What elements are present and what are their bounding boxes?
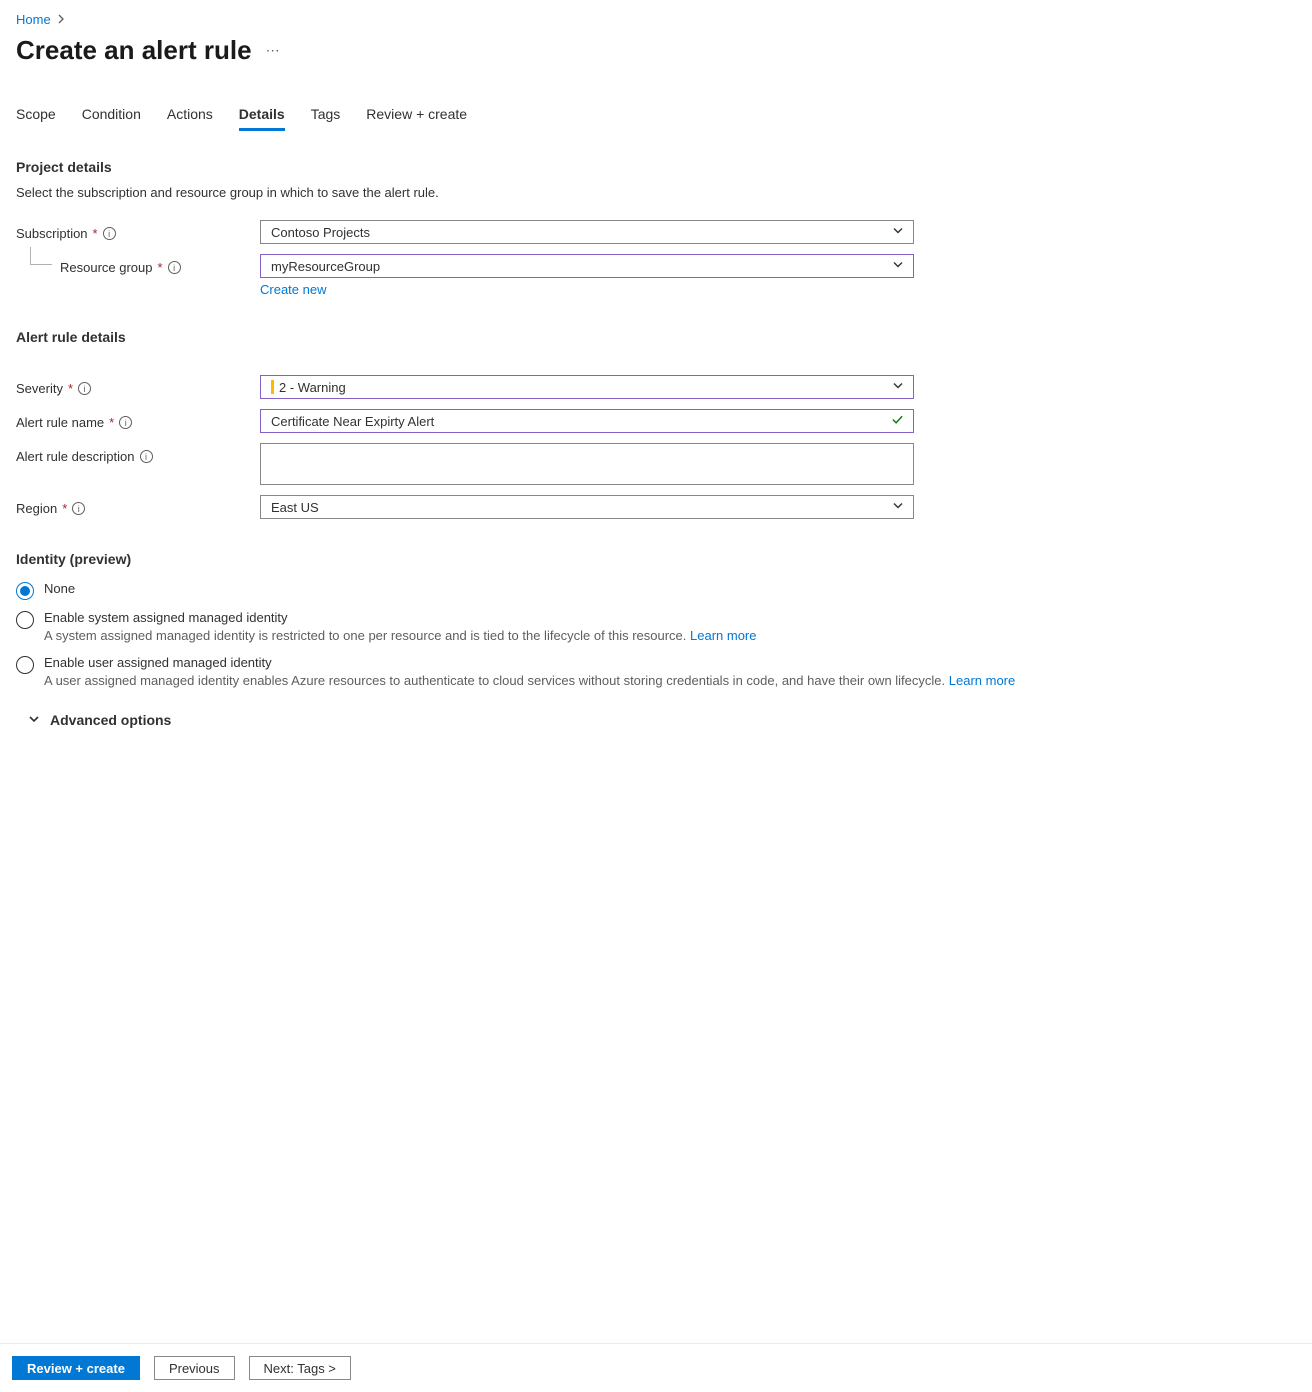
chevron-down-icon — [892, 259, 904, 274]
tab-bar: Scope Condition Actions Details Tags Rev… — [16, 106, 1296, 131]
info-icon[interactable]: i — [119, 416, 132, 429]
resource-group-label: Resource group — [60, 260, 153, 275]
review-create-button[interactable]: Review + create — [12, 1356, 140, 1380]
identity-system-label: Enable system assigned managed identity — [44, 610, 1296, 625]
identity-system-desc: A system assigned managed identity is re… — [44, 627, 1296, 645]
subscription-label: Subscription — [16, 226, 88, 241]
chevron-down-icon — [28, 713, 40, 728]
tab-condition[interactable]: Condition — [82, 106, 141, 131]
severity-label: Severity — [16, 381, 63, 396]
region-label: Region — [16, 501, 57, 516]
identity-radio-group: None Enable system assigned managed iden… — [16, 581, 1296, 690]
tree-indent-line — [30, 247, 52, 265]
previous-button[interactable]: Previous — [154, 1356, 235, 1380]
required-marker: * — [158, 260, 163, 275]
severity-value: 2 - Warning — [279, 380, 346, 395]
required-marker: * — [68, 381, 73, 396]
advanced-options-label: Advanced options — [50, 712, 171, 728]
tab-actions[interactable]: Actions — [167, 106, 213, 131]
breadcrumb-home[interactable]: Home — [16, 12, 51, 27]
identity-radio-system[interactable] — [16, 611, 34, 629]
info-icon[interactable]: i — [103, 227, 116, 240]
description-label: Alert rule description — [16, 449, 135, 464]
identity-radio-none[interactable] — [16, 582, 34, 600]
learn-more-link[interactable]: Learn more — [949, 673, 1015, 688]
create-new-link[interactable]: Create new — [260, 282, 326, 297]
more-actions-button[interactable]: ⋯ — [266, 42, 281, 59]
required-marker: * — [62, 501, 67, 516]
breadcrumb: Home — [16, 12, 1296, 27]
identity-user-desc: A user assigned managed identity enables… — [44, 672, 1296, 690]
identity-radio-user[interactable] — [16, 656, 34, 674]
info-icon[interactable]: i — [78, 382, 91, 395]
severity-color-indicator — [271, 380, 274, 394]
required-marker: * — [109, 415, 114, 430]
page-title: Create an alert rule — [16, 35, 252, 66]
project-details-header: Project details — [16, 159, 1296, 175]
chevron-down-icon — [892, 225, 904, 240]
tab-scope[interactable]: Scope — [16, 106, 56, 131]
next-button[interactable]: Next: Tags > — [249, 1356, 351, 1380]
alert-rule-details-header: Alert rule details — [16, 329, 1296, 345]
subscription-value: Contoso Projects — [271, 225, 370, 240]
subscription-select[interactable]: Contoso Projects — [260, 220, 914, 244]
region-select[interactable]: East US — [260, 495, 914, 519]
info-icon[interactable]: i — [168, 261, 181, 274]
advanced-options-toggle[interactable]: Advanced options — [28, 712, 1296, 728]
chevron-down-icon — [892, 380, 904, 395]
checkmark-icon — [891, 413, 904, 429]
resource-group-select[interactable]: myResourceGroup — [260, 254, 914, 278]
severity-select[interactable]: 2 - Warning — [260, 375, 914, 399]
resource-group-value: myResourceGroup — [271, 259, 380, 274]
alert-rule-name-label: Alert rule name — [16, 415, 104, 430]
description-input[interactable] — [260, 443, 914, 485]
info-icon[interactable]: i — [72, 502, 85, 515]
chevron-down-icon — [892, 500, 904, 515]
identity-none-label: None — [44, 581, 1296, 596]
info-icon[interactable]: i — [140, 450, 153, 463]
tab-review-create[interactable]: Review + create — [366, 106, 467, 131]
identity-user-label: Enable user assigned managed identity — [44, 655, 1296, 670]
region-value: East US — [271, 500, 319, 515]
chevron-right-icon — [57, 12, 65, 27]
learn-more-link[interactable]: Learn more — [690, 628, 756, 643]
project-details-desc: Select the subscription and resource gro… — [16, 185, 1296, 200]
footer-action-bar: Review + create Previous Next: Tags > — [0, 1343, 1312, 1392]
alert-rule-name-value: Certificate Near Expirty Alert — [271, 414, 434, 429]
tab-tags[interactable]: Tags — [311, 106, 341, 131]
alert-rule-name-input[interactable]: Certificate Near Expirty Alert — [260, 409, 914, 433]
tab-details[interactable]: Details — [239, 106, 285, 131]
required-marker: * — [93, 226, 98, 241]
identity-header: Identity (preview) — [16, 551, 1296, 567]
